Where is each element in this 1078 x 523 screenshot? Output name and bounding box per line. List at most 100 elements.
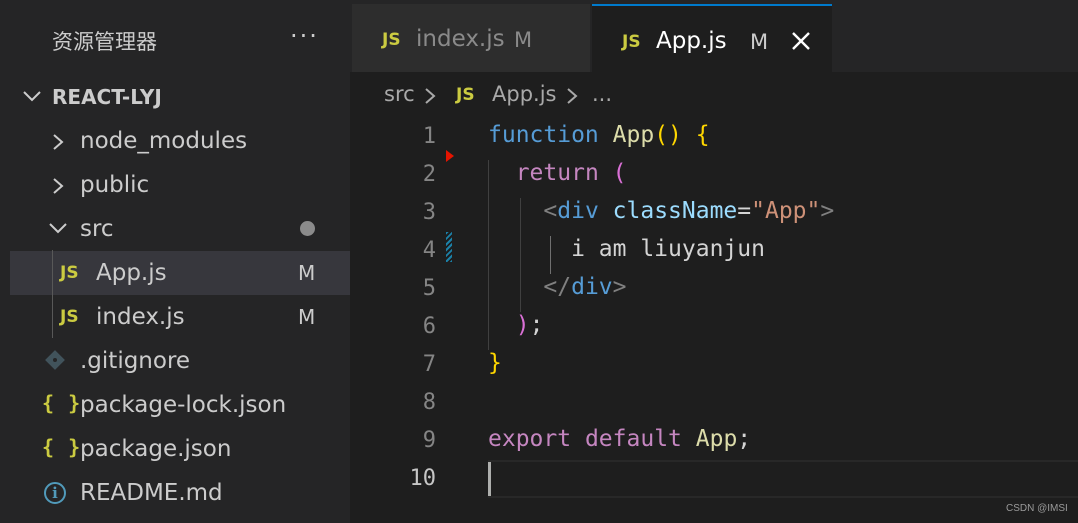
code-line-2: return ( [488,160,627,186]
line-number: 7 [422,352,436,377]
line-number: 9 [422,428,436,453]
chevron-right-icon [566,86,578,111]
tree-indent-guide [52,250,53,338]
info-icon: i [44,482,66,504]
tree-item-label: package-lock.json [80,392,287,418]
tree-item-label: App.js [96,260,167,286]
json-file-icon: { } [42,435,82,459]
line-number: 8 [422,390,436,415]
tab-index-js[interactable]: JS index.js M [352,4,590,72]
root-label: REACT-LYJ [52,85,162,109]
tree-item-node-modules[interactable]: node_modules [10,119,350,163]
close-icon[interactable] [788,28,814,54]
code-line-6: ); [488,312,544,338]
code-line-3: <div className="App"> [488,198,834,224]
line-number: 6 [422,314,436,339]
modified-status-badge: M [750,30,769,54]
token-tag: div [557,198,599,224]
tree-item-app-js[interactable]: JS App.js M [10,251,350,295]
more-actions-button[interactable]: ··· [286,22,326,58]
token-keyword: export [488,426,572,452]
token-bracket: ( [612,160,627,186]
token-attribute: className [612,198,738,224]
token-keyword: return [515,160,599,186]
watermark: CSDN @IMSI [1006,503,1068,514]
chevron-right-icon [52,163,68,207]
token-tag: div [571,274,613,300]
token-bracket: ) [515,312,530,338]
token-keyword: default [584,426,682,452]
tree-item-label: index.js [96,304,185,330]
js-file-icon: JS [622,32,641,52]
token-function-name: App [695,426,738,452]
js-file-icon: JS [60,263,79,283]
tree-item-label: package.json [80,436,232,462]
tree-item-index-js[interactable]: JS index.js M [10,295,350,339]
chevron-right-icon [424,86,436,111]
tree-item-readme-md[interactable]: i README.md [10,471,350,515]
breakpoint-marker-icon [446,150,454,162]
tree-item-label: node_modules [80,128,248,154]
explorer-title: 资源管理器 [52,30,157,54]
modified-line-marker [446,232,452,262]
token-string: "App" [751,198,821,224]
token-punctuation: ; [737,426,752,452]
js-file-icon: JS [60,307,79,327]
token-function-name: App [612,122,655,148]
code-line-9: export default App; [488,426,751,452]
token-tag-bracket: </ [543,274,572,300]
js-file-icon: JS [382,30,401,50]
tree-item-gitignore[interactable]: .gitignore [10,339,350,383]
line-number: 1 [422,124,436,149]
tree-item-public[interactable]: public [10,163,350,207]
token-bracket: () [654,122,682,148]
token-bracket: { [695,122,710,148]
code-line-4: i am liuyanjun [488,236,765,262]
tree-item-label: src [80,216,114,242]
more-icon: ··· [290,22,319,50]
chevron-down-icon [48,207,67,251]
token-keyword: function [488,122,599,148]
code-line-1: function App() { [488,122,710,148]
modified-dot-icon [300,221,315,236]
line-number: 5 [422,276,436,301]
token-tag-bracket: > [820,198,835,224]
line-number-current: 10 [409,466,437,491]
token-operator: = [737,198,752,224]
chevron-right-icon [52,119,68,163]
explorer-sidebar: 资源管理器 ··· REACT-LYJ node_modules public … [0,0,350,523]
breadcrumb-file[interactable]: App.js [492,82,556,106]
tab-label: index.js [416,26,505,52]
code-line-5: </div> [488,274,627,300]
chevron-down-icon [22,75,41,119]
tree-item-label: README.md [80,480,223,506]
line-number: 4 [422,238,436,263]
tab-label: App.js [656,28,727,54]
line-number: 2 [422,162,436,187]
code-line-7: } [488,350,502,376]
tree-root-react-lyj[interactable]: REACT-LYJ [10,75,350,119]
modified-status-badge: M [298,261,316,285]
token-tag-bracket: < [543,198,558,224]
tree-item-src[interactable]: src [10,207,350,251]
token-punctuation: ; [529,312,544,338]
tree-item-label: .gitignore [80,348,191,374]
tab-app-js[interactable]: JS App.js M [592,4,832,72]
text-cursor [488,462,491,496]
current-line-highlight [488,460,1078,498]
breadcrumb-ellipsis[interactable]: ... [592,82,612,106]
tree-item-package-json[interactable]: { } package.json [10,427,350,471]
git-icon [44,349,66,377]
token-tag-bracket: > [612,274,627,300]
tree-item-package-lock-json[interactable]: { } package-lock.json [10,383,350,427]
js-file-icon: JS [456,85,475,105]
token-jsx-text: i am liuyanjun [571,236,765,262]
token-bracket: } [488,350,502,376]
editor-tab-bar: JS index.js M JS App.js M [350,0,1078,72]
breadcrumb-folder[interactable]: src [384,82,415,106]
tree-item-label: public [80,172,150,198]
code-editor[interactable]: 1 2 3 4 5 6 7 8 9 10 function App() { re… [350,120,1078,523]
json-file-icon: { } [42,391,82,415]
modified-status-badge: M [298,305,316,329]
line-number: 3 [422,200,436,225]
